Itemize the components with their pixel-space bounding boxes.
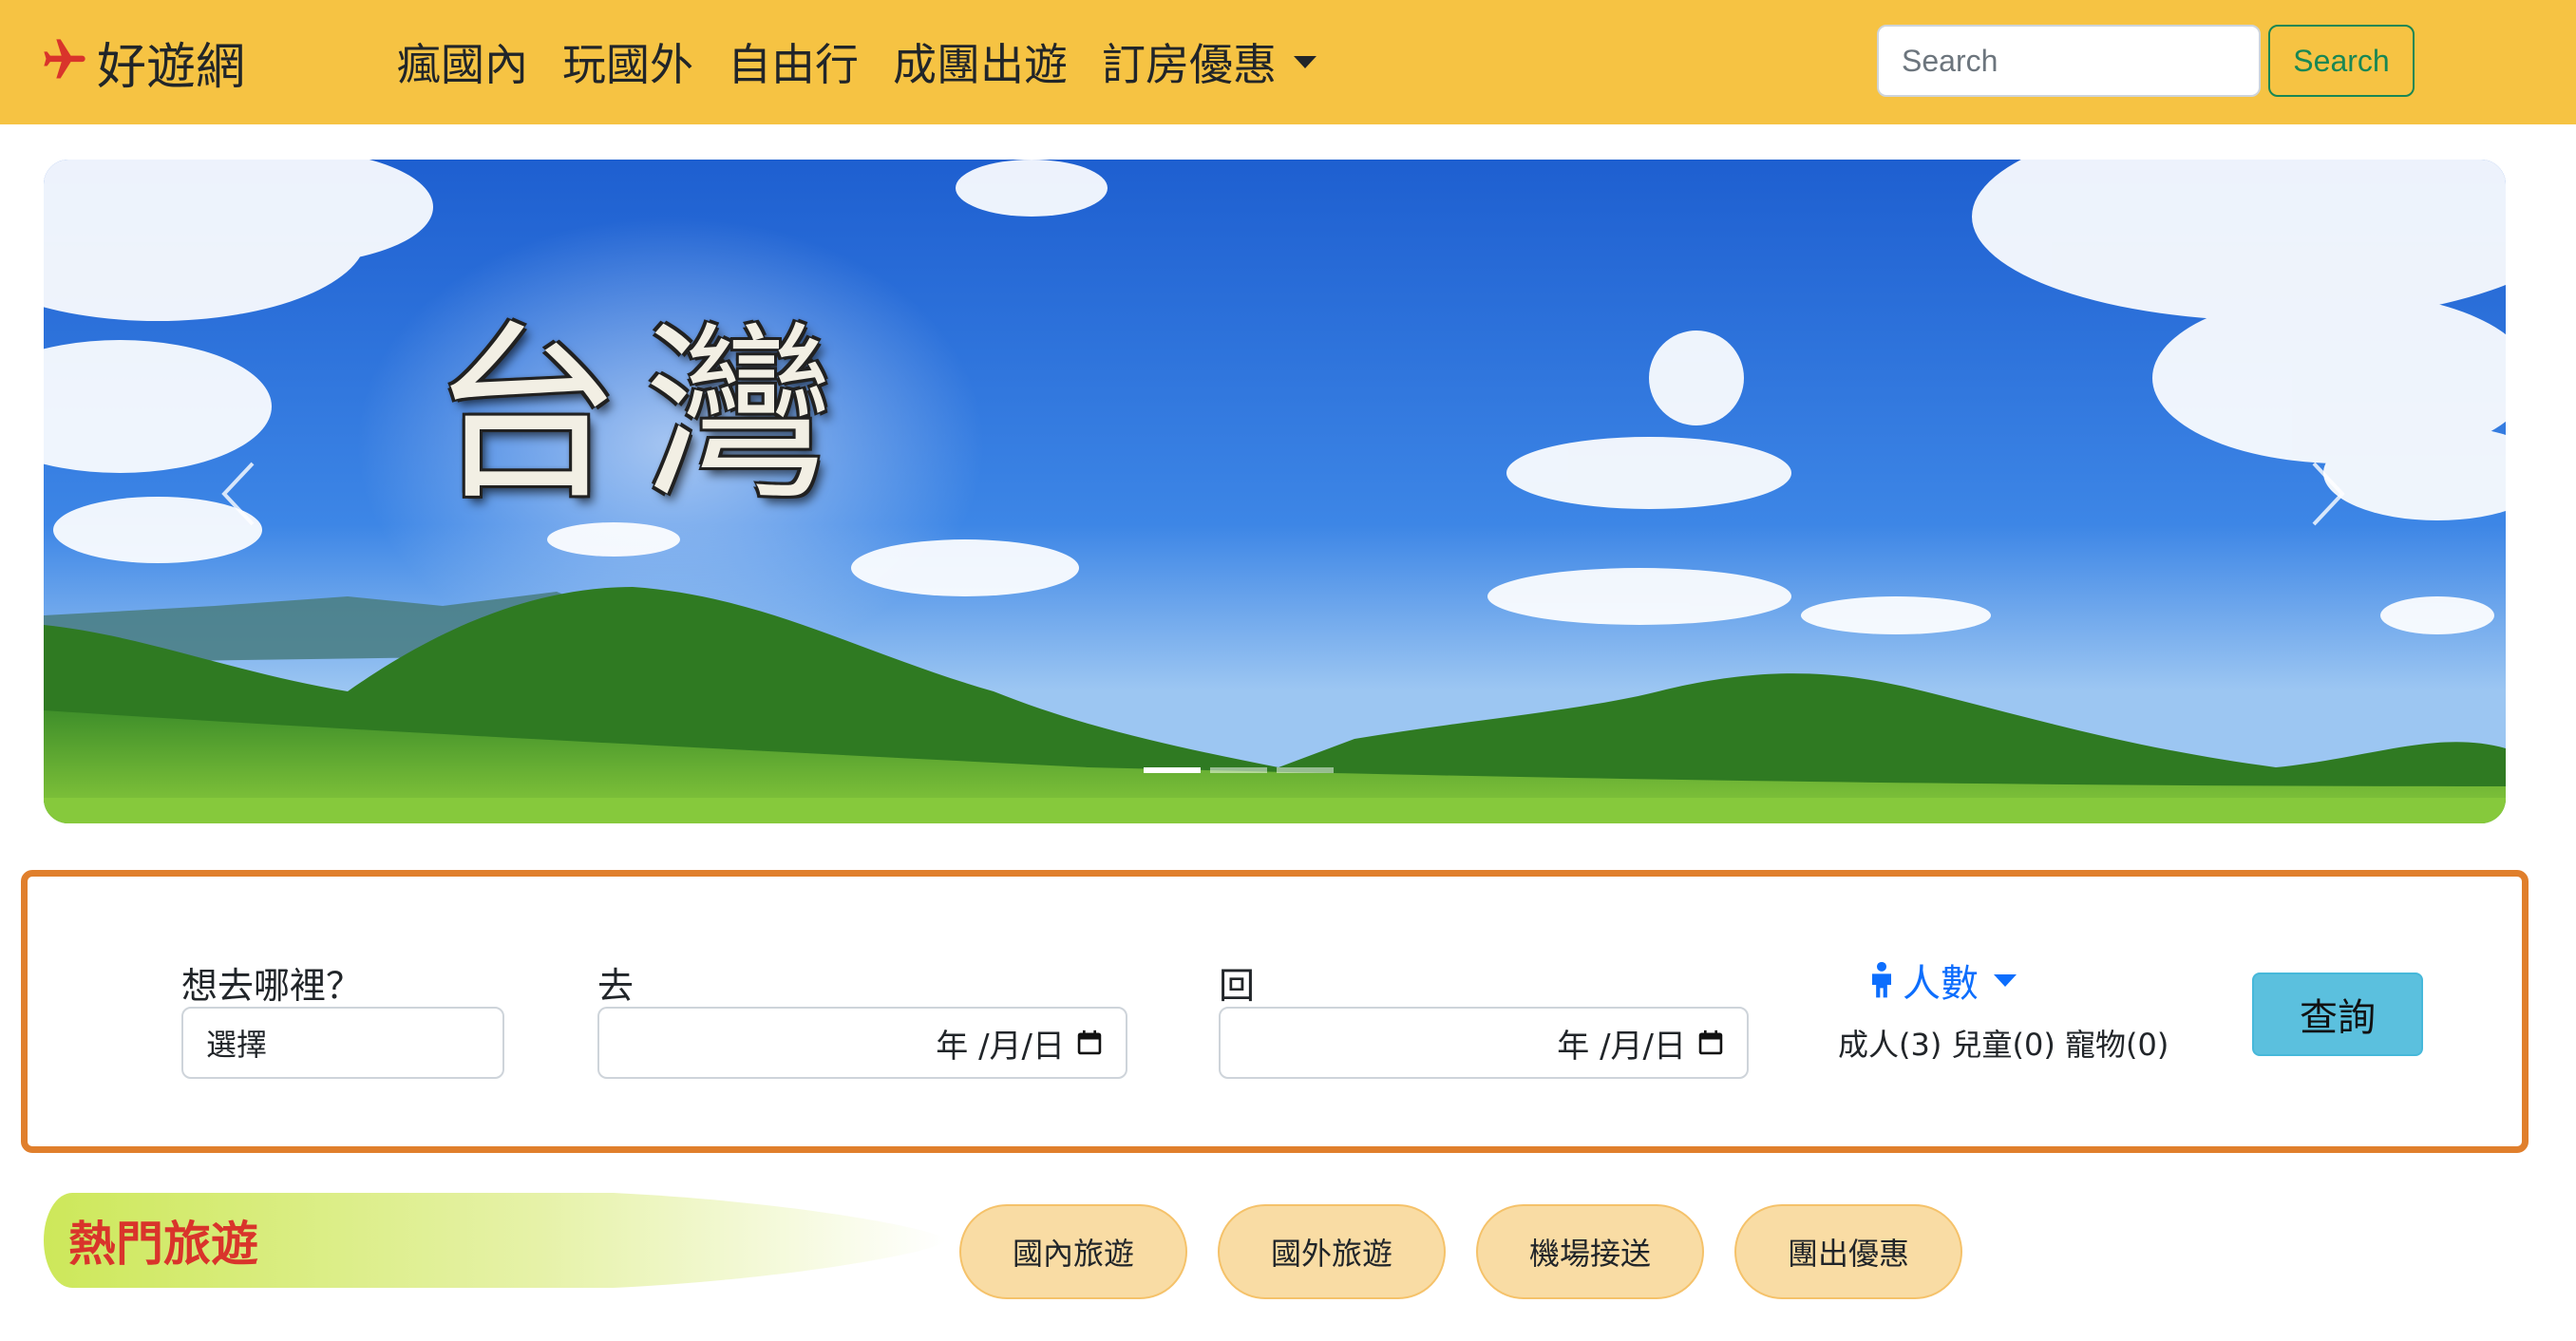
nav-dropdown-hotel-deals[interactable]: 訂房優惠 [1102, 30, 1316, 93]
carousel-indicator[interactable] [1277, 767, 1334, 773]
chevron-right-icon [2312, 462, 2345, 526]
nav-link-free-travel[interactable]: 自由行 [728, 30, 859, 93]
caret-down-icon [1294, 55, 1316, 68]
calendar-icon[interactable] [1697, 1029, 1724, 1056]
pill-abroad-travel[interactable]: 國外旅遊 [1218, 1204, 1446, 1299]
navbar: 好遊網 瘋國內 玩國外 自由行 成團出遊 訂房優惠 Search [0, 0, 2576, 124]
brand[interactable]: 好遊網 [40, 28, 246, 96]
query-button[interactable]: 查詢 [2252, 973, 2423, 1056]
hero-landscape-image [44, 160, 2506, 823]
hero-title: 台灣 [431, 305, 858, 526]
nav-dropdown-label: 訂房優惠 [1102, 39, 1277, 90]
depart-date-placeholder: 年 /月/日 [936, 1027, 1065, 1066]
people-dropdown-toggle[interactable]: 人數 [1868, 953, 2017, 1008]
pill-airport-transfer[interactable]: 機場接送 [1476, 1204, 1704, 1299]
airplane-icon [40, 35, 89, 88]
carousel-next-button[interactable] [2299, 456, 2356, 532]
nav-link-domestic[interactable]: 瘋國內 [397, 30, 528, 93]
carousel-indicators [1144, 767, 1334, 773]
trip-search-panel: 想去哪裡？ 選擇 去 年 /月/日 回 年 /月/日 人數 成人(3) 兒童(0… [21, 870, 2529, 1153]
search-input[interactable] [1877, 25, 2261, 97]
nav-links: 瘋國內 玩國外 自由行 成團出遊 訂房優惠 [397, 28, 1351, 95]
calendar-icon[interactable] [1076, 1029, 1103, 1056]
carousel-prev-button[interactable] [211, 456, 268, 532]
depart-label: 去 [597, 965, 635, 1007]
nav-link-abroad[interactable]: 玩國外 [562, 30, 693, 93]
hot-travel-title: 熱門旅遊 [68, 1217, 258, 1272]
depart-date-input[interactable]: 年 /月/日 [597, 1007, 1127, 1079]
brand-name: 好遊網 [97, 38, 246, 96]
destination-label: 想去哪裡？ [181, 965, 363, 1007]
pill-group-deals[interactable]: 團出優惠 [1734, 1204, 1962, 1299]
person-icon [1872, 961, 1891, 998]
destination-value: 選擇 [206, 1027, 268, 1063]
nav-link-group-tour[interactable]: 成團出遊 [893, 30, 1068, 93]
return-date-input[interactable]: 年 /月/日 [1219, 1007, 1749, 1079]
hot-travel-heading: 熱門旅遊 [44, 1193, 946, 1288]
carousel-indicator[interactable] [1210, 767, 1267, 773]
chevron-left-icon [221, 462, 255, 526]
caret-down-icon [1994, 973, 2017, 987]
people-summary: 成人(3) 兒童(0) 寵物(0) [1838, 1027, 2169, 1063]
search-button[interactable]: Search [2268, 25, 2415, 97]
carousel-indicator[interactable] [1144, 767, 1201, 773]
pill-domestic-travel[interactable]: 國內旅遊 [959, 1204, 1187, 1299]
destination-select[interactable]: 選擇 [181, 1007, 504, 1079]
return-label: 回 [1219, 965, 1256, 1007]
people-label: 人數 [1903, 962, 1979, 1006]
hero-carousel: 台灣 [44, 160, 2506, 823]
return-date-placeholder: 年 /月/日 [1557, 1027, 1686, 1066]
